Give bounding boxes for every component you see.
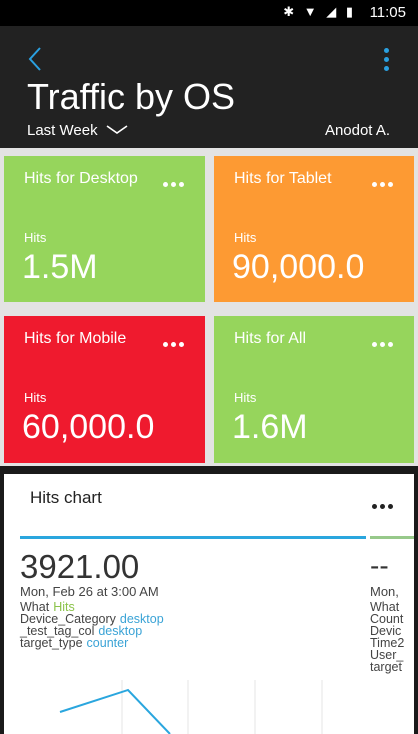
- secondary-value: --: [370, 550, 389, 581]
- property-value: counter: [86, 636, 129, 650]
- metric-value: 90,000.0: [232, 248, 365, 286]
- page-title: Traffic by OS: [27, 76, 236, 117]
- property-key: target_type: [20, 636, 83, 650]
- time-range-select[interactable]: Last Week: [27, 122, 98, 139]
- tile-hits-all[interactable]: Hits for All Hits 1.6M: [214, 316, 414, 463]
- series-indicator-secondary[interactable]: [370, 536, 414, 539]
- tile-menu-icon[interactable]: [163, 174, 187, 187]
- card-menu-icon[interactable]: [372, 496, 398, 509]
- hits-chart-card: Hits chart 3921.00 -- Mon, Feb 26 at 3:0…: [4, 474, 414, 734]
- tile-hits-tablet[interactable]: Hits for Tablet Hits 90,000.0: [214, 156, 414, 302]
- primary-value: 3921.00: [20, 548, 140, 585]
- tile-menu-icon[interactable]: [372, 334, 396, 347]
- primary-timestamp: Mon, Feb 26 at 3:00 AM: [20, 584, 159, 599]
- tile-title: Hits for Mobile: [24, 330, 127, 347]
- line-chart[interactable]: [20, 680, 414, 734]
- chevron-down-icon[interactable]: [106, 125, 128, 135]
- secondary-property: target: [370, 660, 402, 674]
- card-title: Hits chart: [30, 488, 102, 507]
- series-indicator-primary[interactable]: [20, 536, 366, 539]
- app-bar: Traffic by OS Last Week Anodot A.: [0, 26, 418, 148]
- more-options-icon[interactable]: [382, 48, 390, 74]
- metric-value: 1.6M: [232, 408, 308, 446]
- tile-menu-icon[interactable]: [372, 174, 396, 187]
- tile-title: Hits for Tablet: [234, 170, 332, 187]
- metric-value: 60,000.0: [22, 408, 155, 446]
- metric-label: Hits: [24, 390, 47, 405]
- tile-hits-desktop[interactable]: Hits for Desktop Hits 1.5M: [4, 156, 205, 302]
- chart-series-line: [59, 688, 171, 734]
- chart-gridlines: [121, 680, 323, 734]
- property-row: target_type counter: [20, 636, 128, 650]
- tile-title: Hits for All: [234, 330, 307, 347]
- tile-menu-icon[interactable]: [163, 334, 187, 347]
- metric-label: Hits: [234, 230, 257, 245]
- tile-title: Hits for Desktop: [24, 170, 138, 187]
- clock: 11:05: [369, 4, 406, 21]
- metric-label: Hits: [234, 390, 257, 405]
- tiles-grid: Hits for Desktop Hits 1.5M Hits for Tabl…: [0, 148, 418, 466]
- status-bar: ✱ ▼ ◢ ▮ 11:05: [0, 0, 418, 26]
- metric-value: 1.5M: [22, 248, 98, 286]
- metric-label: Hits: [24, 230, 47, 245]
- tile-hits-mobile[interactable]: Hits for Mobile Hits 60,000.0: [4, 316, 205, 463]
- secondary-timestamp: Mon,: [370, 584, 399, 599]
- user-name[interactable]: Anodot A.: [325, 122, 390, 139]
- back-arrow-icon[interactable]: [22, 44, 52, 74]
- status-icons: ✱ ▼ ◢ ▮: [283, 4, 356, 19]
